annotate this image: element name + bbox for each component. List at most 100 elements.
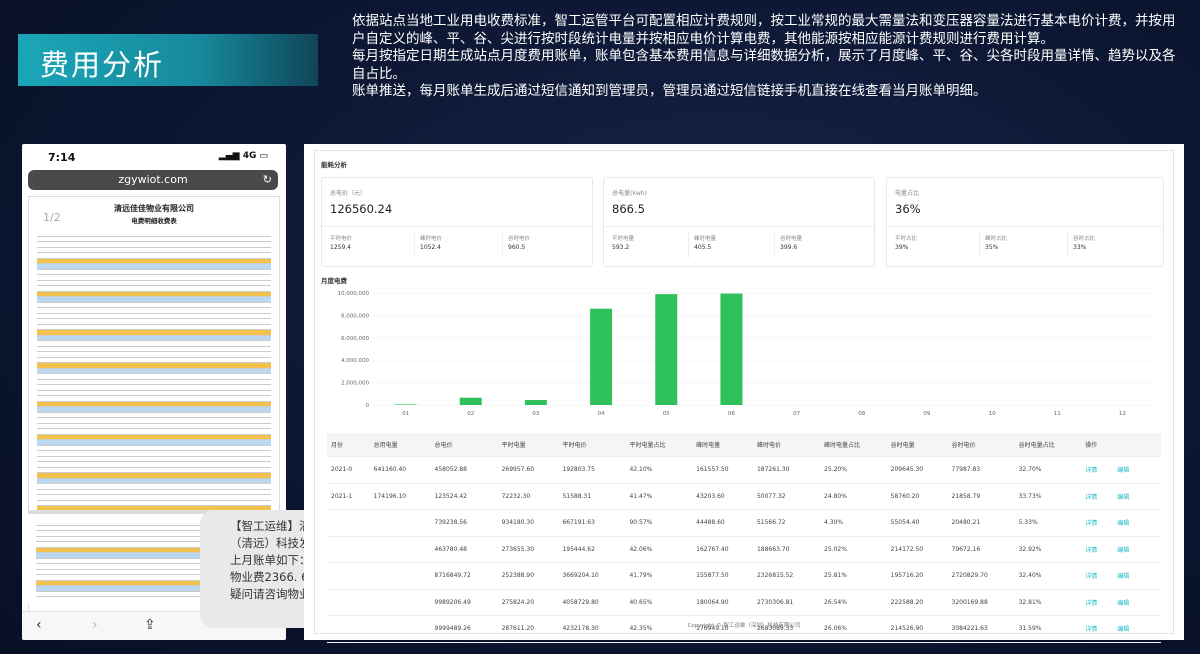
table-header-cell: 谷时电量 (886, 433, 948, 457)
table-cell: 26.54% (820, 589, 887, 616)
table-cell: 32.92% (1014, 536, 1082, 563)
card-title: 电量占比 (895, 190, 920, 197)
table-cell: 72232.30 (497, 483, 559, 510)
detail-link[interactable]: 详情 (1085, 467, 1097, 474)
monthly-table: 月份 总用电量 总电价 平时电量 平时电价 平时电量占比 峰时电量 峰时电价 峰时电量占比 谷时电… (327, 433, 1161, 643)
sub-title: 平时电量 (612, 236, 635, 242)
x-tick-label: 10 (989, 411, 996, 417)
table-cell (369, 536, 431, 563)
table-cell: 155877.50 (692, 562, 753, 590)
table-cell: 77987.83 (947, 456, 1015, 484)
share-icon[interactable]: ⇪ (144, 617, 156, 633)
edit-link[interactable]: 编辑 (1117, 467, 1129, 474)
table-cell: 275824.20 (497, 589, 559, 616)
table-cell: 32.40% (1014, 562, 1082, 590)
x-tick-label: 07 (793, 411, 800, 417)
table-cell: 214172.50 (886, 536, 948, 563)
table-header-row: 月份 总用电量 总电价 平时电量 平时电价 平时电量占比 峰时电量 峰时电价 峰时电量占比 谷时电… (327, 433, 1161, 457)
table-header-cell: 平时电价 (558, 433, 626, 457)
footer-copyright: Copyright © 智工运维（深圳）科技有限公司 (687, 623, 801, 629)
table-cell: 458052.88 (430, 456, 498, 484)
sub-title: 峰时电量 (694, 236, 717, 242)
table-cell: 161557.50 (692, 456, 753, 484)
table-header-cell: 平时电量占比 (625, 433, 693, 457)
y-tick-label: 6,000,000 (341, 336, 369, 342)
detail-link[interactable]: 详情 (1085, 520, 1097, 527)
table-cell: 2720829.70 (947, 562, 1015, 590)
intro-paragraph-1: 依据站点当地工业用电收费标准，智工运管平台可配置相应计费规则，按工业常规的最大需… (352, 13, 1176, 47)
intro-paragraph-2: 每月按指定日期生成站点月度费用账单，账单包含基本费用信息与详细数据分析，展示了月… (352, 48, 1176, 82)
table-cell: 2326815.52 (752, 562, 821, 590)
table-cell: 44488.60 (692, 509, 753, 537)
x-tick-label: 12 (1119, 411, 1126, 417)
x-tick-label: 05 (663, 411, 670, 417)
forward-icon[interactable]: › (92, 617, 98, 633)
table-cell: 187261.30 (752, 456, 821, 484)
bar-03 (524, 399, 547, 405)
table-cell: 51566.72 (752, 509, 821, 537)
sub-title: 峰时电价 (420, 236, 443, 242)
detail-link[interactable]: 详情 (1085, 547, 1097, 554)
x-tick-label: 04 (598, 411, 605, 417)
table-cell: 32.70% (1014, 456, 1082, 484)
table-cell (369, 509, 431, 537)
edit-link[interactable]: 编辑 (1117, 547, 1129, 554)
page-title: 费用分析 (40, 48, 165, 82)
detail-link[interactable]: 详情 (1085, 600, 1097, 607)
table-op-cell: 详情 编辑 (1081, 589, 1161, 616)
table-op-cell: 详情 编辑 (1081, 562, 1161, 590)
sub-title: 谷时占比 (1073, 236, 1096, 242)
y-tick-label: 4,000,000 (341, 358, 369, 364)
table-cell: 667191.63 (558, 509, 626, 537)
detail-link[interactable]: 详情 (1085, 573, 1097, 580)
x-tick-label: 08 (858, 411, 865, 417)
x-tick-label: 06 (728, 411, 735, 417)
table-cell: 2021-0 (327, 456, 370, 484)
sub-title: 谷时电价 (508, 236, 531, 242)
table-cell: 55054.40 (886, 509, 948, 537)
table-cell: 90.57% (625, 509, 693, 537)
table-cell: 2021-1 (327, 483, 370, 510)
edit-link[interactable]: 编辑 (1117, 520, 1129, 527)
table-cell: 180064.90 (692, 589, 753, 616)
table-cell: 195716.20 (886, 562, 948, 590)
table-cell: 25.20% (820, 456, 887, 484)
table-cell (327, 562, 370, 590)
sub-value: 33% (1073, 244, 1087, 251)
table-cell: 252388.90 (497, 562, 559, 590)
table-cell: 33.73% (1014, 483, 1082, 510)
table-cell: 25.81% (820, 562, 887, 590)
table-cell (327, 536, 370, 563)
intro-paragraph-3: 账单推送，每月账单生成后通过短信通知到管理员，管理员通过短信链接手机直接在线查看… (352, 83, 987, 99)
browser-url-bar[interactable]: zgywiot.com ↻ (28, 170, 278, 190)
table-cell: 273655.30 (497, 536, 559, 563)
table-cell (327, 589, 370, 616)
edit-link[interactable]: 编辑 (1117, 573, 1129, 580)
bar-01 (394, 404, 417, 405)
edit-link[interactable]: 编辑 (1117, 494, 1129, 501)
reload-icon[interactable]: ↻ (263, 170, 272, 190)
table-cell: 8716849.72 (430, 562, 498, 590)
section-heading: 能耗分析 (321, 161, 347, 169)
table-header-cell: 总用电量 (369, 433, 431, 457)
edit-link[interactable]: 编辑 (1117, 600, 1129, 607)
back-icon[interactable]: ‹ (36, 617, 42, 633)
sub-value: 1052.4 (420, 244, 441, 251)
table-cell: 4058729.80 (558, 589, 626, 616)
table-cell: 188663.70 (752, 536, 821, 563)
table-cell: 42.06% (625, 536, 693, 563)
table-cell (327, 509, 370, 537)
table-cell: 50077.32 (752, 483, 821, 510)
table-cell: 934180.30 (497, 509, 559, 537)
table-cell: 2730306.81 (752, 589, 821, 616)
signal-icon: ▂▄▆ 4G ▭ (218, 151, 268, 161)
detail-link[interactable]: 详情 (1085, 494, 1097, 501)
y-tick-label: 8,000,000 (341, 313, 369, 319)
table-header-cell: 总电价 (430, 433, 498, 457)
table-cell: 41.79% (625, 562, 693, 590)
table-row: 739238.56 934180.30 667191.63 90.57% 44488.6… (327, 509, 1161, 537)
table-cell: 162767.40 (692, 536, 753, 563)
table-cell: 41.47% (625, 483, 693, 510)
card-total-price: 总电价（元） 126560.24 平时电价 1259.4 峰时电价 1052.4… (321, 177, 593, 267)
table-cell: 209645.30 (886, 456, 948, 484)
